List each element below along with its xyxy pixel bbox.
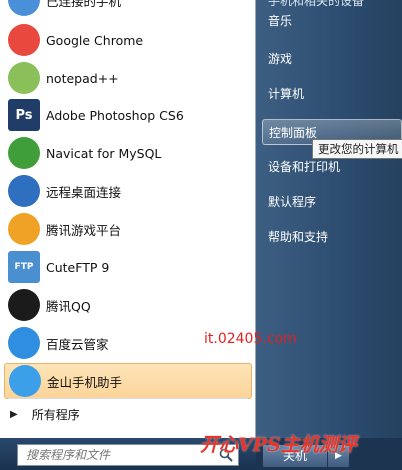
places-item[interactable]: 游戏 bbox=[262, 46, 402, 72]
program-item-label: 远程桌面连接 bbox=[46, 184, 122, 200]
watermark-brand: 开心VPS主机测评 bbox=[200, 434, 357, 456]
divider bbox=[8, 398, 248, 399]
program-item-label: CuteFTP 9 bbox=[46, 259, 110, 275]
program-item-label: 金山手机助手 bbox=[47, 374, 123, 390]
remote-desktop-icon bbox=[8, 175, 40, 207]
places-panel: 手机和相关的设备 音乐 游戏 计算机 控制面板 设备和打印机 默认程序 帮助和支持 bbox=[256, 0, 402, 438]
right-arrow-icon: ▶ bbox=[10, 409, 18, 420]
chrome-icon bbox=[8, 24, 40, 56]
program-item-label: Google Chrome bbox=[46, 32, 144, 48]
program-item-partial[interactable]: 已连接的手机 bbox=[4, 0, 252, 18]
programs-panel: 已连接的手机 Google Chrome notepad++ Ps Adobe Pho… bbox=[0, 0, 256, 438]
places-item[interactable]: 音乐 bbox=[262, 8, 402, 34]
qq-penguin-icon bbox=[8, 289, 40, 321]
program-item[interactable]: Ps Adobe Photoshop CS6 bbox=[4, 97, 252, 133]
places-item[interactable]: 默认程序 bbox=[262, 189, 402, 215]
program-item[interactable]: notepad++ bbox=[4, 60, 252, 96]
program-item-label: 腾讯QQ bbox=[46, 298, 91, 314]
program-item[interactable]: 远程桌面连接 bbox=[4, 173, 252, 209]
places-item[interactable]: 帮助和支持 bbox=[262, 224, 402, 250]
program-item[interactable]: Navicat for MySQL bbox=[4, 135, 252, 171]
tencent-games-icon bbox=[8, 213, 40, 245]
phone-icon bbox=[8, 0, 40, 16]
program-item[interactable]: FTP CuteFTP 9 bbox=[4, 249, 252, 285]
all-programs-button[interactable]: ▶ 所有程序 bbox=[10, 406, 80, 423]
kingsoft-phone-assistant-icon bbox=[9, 365, 41, 397]
program-item-label: Navicat for MySQL bbox=[46, 145, 162, 161]
program-item[interactable]: 金山手机助手 bbox=[4, 363, 252, 399]
program-item[interactable]: 腾讯QQ bbox=[4, 287, 252, 323]
navicat-icon bbox=[8, 137, 40, 169]
program-item[interactable]: Google Chrome bbox=[4, 22, 252, 58]
tooltip: 更改您的计算机 bbox=[312, 139, 402, 159]
watermark-site: it.02405.com bbox=[204, 331, 297, 347]
program-item-label: Adobe Photoshop CS6 bbox=[46, 107, 184, 123]
cuteftp-icon: FTP bbox=[8, 251, 40, 283]
baidu-cloud-icon bbox=[8, 327, 40, 359]
notepad-plus-plus-icon bbox=[8, 62, 40, 94]
program-item-label: notepad++ bbox=[46, 70, 119, 86]
program-item-label: 百度云管家 bbox=[46, 336, 109, 352]
photoshop-icon: Ps bbox=[8, 99, 40, 131]
program-item-label: 腾讯游戏平台 bbox=[46, 222, 122, 238]
places-item[interactable]: 计算机 bbox=[262, 81, 402, 107]
program-item[interactable]: 腾讯游戏平台 bbox=[4, 211, 252, 247]
